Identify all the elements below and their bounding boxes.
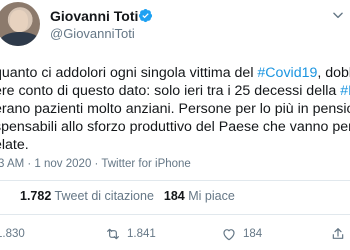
tweet-timestamp[interactable]: 3 AM · 1 nov 2020 · Twitter for iPhone xyxy=(0,158,191,170)
reply-count: 1.830 xyxy=(0,228,25,240)
like-button[interactable]: 184 xyxy=(221,224,262,244)
tweet-line-5: elate. xyxy=(0,137,29,153)
quote-tweets-label: Tweet di citazione xyxy=(54,189,154,203)
divider xyxy=(0,214,350,215)
tweet-line-2: ere conto di questo dato: solo ieri tra … xyxy=(0,82,350,100)
divider xyxy=(0,180,350,181)
user-handle[interactable]: @GiovanniToti xyxy=(50,26,135,41)
tweet-stats: 1.782 Tweet di citazione 184 Mi piace xyxy=(20,189,235,203)
avatar-face xyxy=(10,10,28,32)
share-button[interactable] xyxy=(330,224,346,244)
tweet-card: Giovanni Toti @GiovanniToti quanto ci ad… xyxy=(0,0,350,250)
tweet-text: quanto ci addolori ogni singola vittima … xyxy=(0,64,350,154)
retweet-icon xyxy=(107,228,119,240)
retweet-button[interactable]: 1.841 xyxy=(105,224,156,244)
quote-tweets-stat[interactable]: 1.782 Tweet di citazione xyxy=(20,189,154,203)
heart-icon xyxy=(223,229,235,241)
tweet-line-4: spensabili allo sforzo produttivo del Pa… xyxy=(0,119,350,135)
avatar-shirt xyxy=(0,32,40,46)
likes-stat[interactable]: 184 Mi piace xyxy=(164,189,235,203)
tweet-text-segment: ere conto di questo dato: solo ieri tra … xyxy=(0,83,341,99)
avatar[interactable] xyxy=(0,2,40,46)
reply-button[interactable]: 1.830 xyxy=(0,224,25,244)
tweet-line-3: erano pazienti molto anziani. Persone pe… xyxy=(0,101,350,117)
share-icon xyxy=(332,228,344,239)
tweet-header: Giovanni Toti @GiovanniToti xyxy=(0,0,350,48)
tweet-line-1: quanto ci addolori ogni singola vittima … xyxy=(0,64,350,82)
likes-label: Mi piace xyxy=(188,189,235,203)
chevron-down-icon[interactable] xyxy=(331,8,345,22)
display-name[interactable]: Giovanni Toti xyxy=(50,8,138,24)
retweet-count: 1.841 xyxy=(127,228,156,240)
like-count: 184 xyxy=(243,228,263,240)
quote-tweets-count: 1.782 xyxy=(20,189,52,203)
verified-badge-icon xyxy=(138,8,153,23)
likes-count: 184 xyxy=(163,189,185,203)
hashtag-liguria[interactable]: #Lig xyxy=(340,83,350,99)
hashtag-covid19[interactable]: #Covid19 xyxy=(257,65,317,81)
tweet-text-segment: , dobb xyxy=(317,65,350,81)
tweet-text-segment: quanto ci addolori ogni singola vittima … xyxy=(0,65,258,81)
tweet-actions: 1.830 1.841 184 xyxy=(0,224,350,244)
